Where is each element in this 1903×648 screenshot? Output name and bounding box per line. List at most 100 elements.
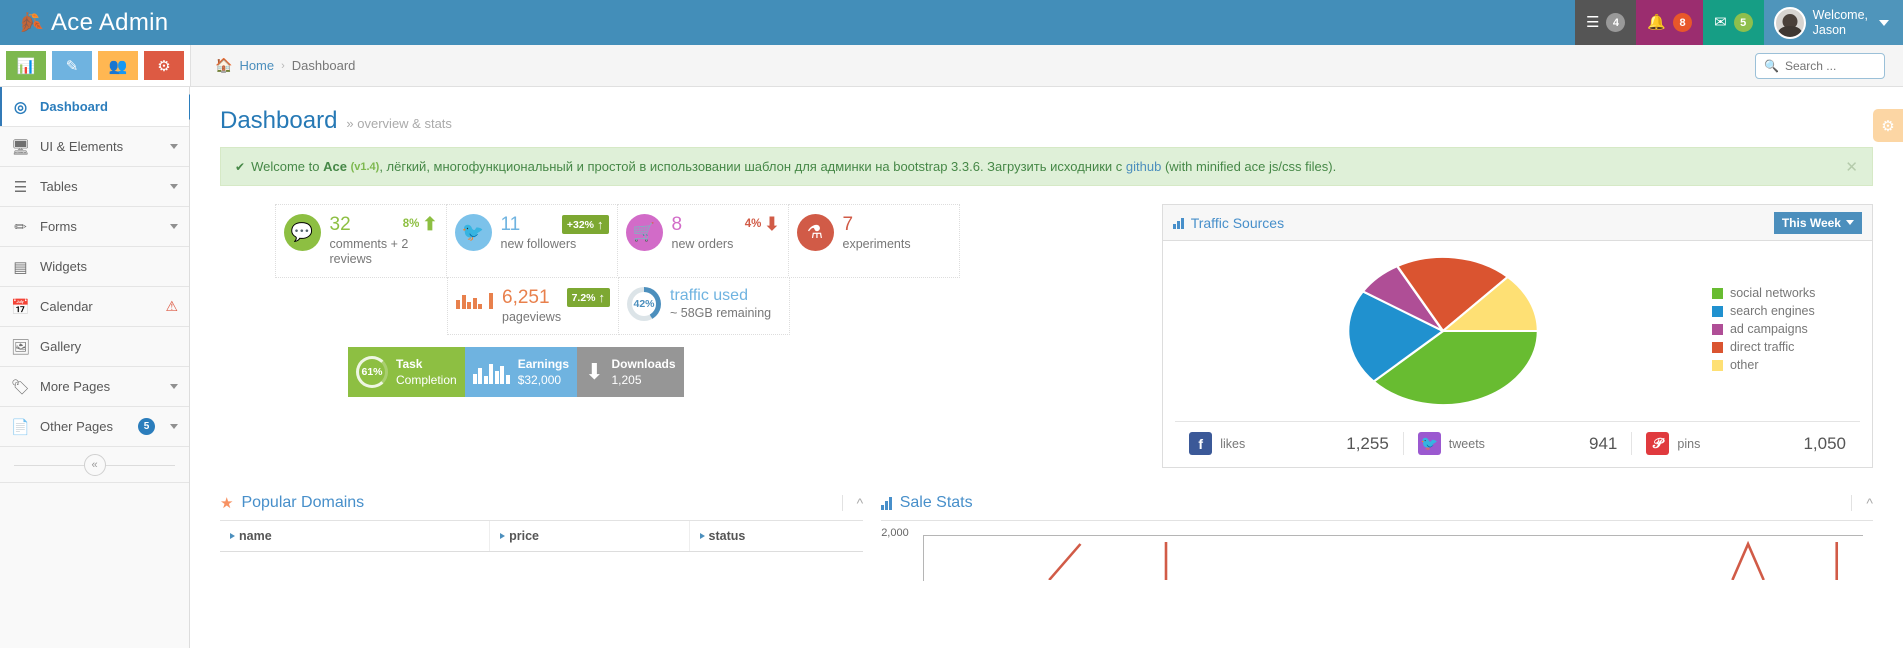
chart-lines — [924, 536, 1863, 580]
traffic-sources-widget: Traffic Sources This Week — [1162, 204, 1873, 468]
percent-value: 4% — [745, 218, 762, 230]
twitter-icon: 🐦 — [1418, 432, 1441, 455]
legend-label: other — [1730, 358, 1759, 372]
alert-prefix: Welcome to — [251, 159, 319, 174]
infobox-top: 8 4% ⬇ — [672, 214, 780, 236]
sidebar-collapse-button[interactable]: « — [84, 454, 106, 476]
legend-swatch — [1712, 342, 1723, 353]
chart-plot-area — [923, 535, 1863, 581]
panel-header: Sale Stats ^ — [881, 494, 1873, 521]
infobox-top: 11 +32% — [501, 214, 609, 236]
sidebar-item-label: Forms — [40, 219, 160, 234]
infobox-comments[interactable]: 💬 32 8% ⬆ comments + 2 reviews — [275, 204, 447, 278]
legend-label: social networks — [1730, 286, 1815, 300]
tile-task-completion[interactable]: 61% Task Completion — [348, 347, 465, 397]
infobox-orders[interactable]: 🛒 8 4% ⬇ new orders — [617, 204, 789, 278]
tile-earnings[interactable]: Earnings $32,000 — [465, 347, 577, 397]
legend-swatch — [1712, 324, 1723, 335]
bottom-row: ★ Popular Domains ^ name price — [190, 468, 1903, 581]
chevron-down-icon — [170, 384, 178, 389]
shortcut-edit-button[interactable]: ✎ — [52, 51, 92, 80]
widget-icon: ▤ — [11, 258, 30, 276]
panel-title-text: Popular Domains — [241, 494, 364, 512]
bar-chart-icon — [1173, 217, 1184, 229]
shortcut-chart-button[interactable]: 📊 — [6, 51, 46, 80]
infobox-traffic-used[interactable]: 42% traffic used ~ 58GB remaining — [618, 277, 790, 336]
tile-downloads[interactable]: ⬇ Downloads 1,205 — [577, 347, 684, 397]
social-stat-facebook: f likes 1,255 — [1175, 432, 1404, 455]
widget-body: social networks search engines ad campai… — [1163, 241, 1872, 407]
sidebar-item-forms[interactable]: ✏ Forms — [0, 207, 189, 247]
desktop-icon: 🖥 — [11, 138, 30, 156]
social-value: 1,050 — [1803, 434, 1846, 454]
chart-icon: 📊 — [17, 57, 36, 75]
edit-icon: ✏ — [11, 218, 30, 236]
close-icon[interactable]: ✕ — [1845, 158, 1858, 176]
breadcrumb-bar: 📊 ✎ 👥 ⚙ 🏠 Home › Dashboard 🔍 — [0, 45, 1903, 87]
infobox-body: 32 8% ⬆ comments + 2 reviews — [330, 214, 438, 268]
tasks-badge: 4 — [1606, 13, 1625, 32]
infobox-percent: 4% ⬇ — [745, 217, 780, 231]
sidebar-item-other-pages[interactable]: 📄 Other Pages 5 — [0, 407, 189, 447]
panel-header: ★ Popular Domains ^ — [220, 494, 863, 521]
alert-suffix: (with minified ace js/css files). — [1165, 159, 1336, 174]
column-label: status — [709, 529, 746, 543]
gear-icon: ⚙ — [1881, 117, 1894, 135]
infobox-text: ~ 58GB remaining — [670, 306, 781, 322]
search-box[interactable]: 🔍 — [1755, 53, 1885, 79]
sidebar-item-more-pages[interactable]: 🏷 More Pages — [0, 367, 189, 407]
infobox-percent: +32% — [562, 215, 609, 234]
infobox-text: new followers — [501, 237, 609, 253]
panel-title: ★ Popular Domains — [220, 494, 832, 512]
avatar — [1774, 7, 1806, 39]
list-icon: ☰ — [11, 178, 30, 196]
legend-label: direct traffic — [1730, 340, 1794, 354]
column-header-price[interactable]: price — [490, 521, 689, 551]
timeframe-dropdown[interactable]: This Week — [1774, 212, 1862, 234]
chevron-up-icon[interactable]: ^ — [1851, 495, 1873, 511]
legend-swatch — [1712, 288, 1723, 299]
percent-value: 8% — [403, 218, 420, 230]
sidebar-item-dashboard[interactable]: ◎ Dashboard — [0, 87, 189, 127]
shortcut-config-button[interactable]: ⚙ — [144, 51, 184, 80]
tag-icon: 🏷 — [11, 378, 30, 396]
flask-icon: ⚗ — [797, 214, 834, 251]
infobox-experiments[interactable]: ⚗ 7 experiments — [788, 204, 960, 278]
sidebar-item-gallery[interactable]: 🖼 Gallery — [0, 327, 189, 367]
messages-button[interactable]: ✉ 5 — [1703, 0, 1764, 45]
settings-toggle-button[interactable]: ⚙ — [1873, 109, 1903, 142]
alert-version: (v1.4) — [351, 161, 380, 173]
infobox-number: 32 — [330, 214, 351, 236]
sidebar-item-widgets[interactable]: ▤ Widgets — [0, 247, 189, 287]
navbar-spacer — [190, 0, 1575, 45]
arrow-up-icon: ⬆ — [422, 217, 437, 231]
column-header-name[interactable]: name — [220, 521, 490, 551]
tasks-button[interactable]: ☰ 4 — [1575, 0, 1636, 45]
shortcut-users-button[interactable]: 👥 — [98, 51, 138, 80]
sidebar-item-tables[interactable]: ☰ Tables — [0, 167, 189, 207]
sidebar-item-calendar[interactable]: 📅 Calendar ⚠ — [0, 287, 189, 327]
legend-item: other — [1712, 358, 1856, 372]
image-icon: 🖼 — [11, 338, 30, 356]
sidebar-item-ui-elements[interactable]: 🖥 UI & Elements — [0, 127, 189, 167]
user-menu[interactable]: Welcome, Jason — [1764, 0, 1903, 45]
users-icon: 👥 — [109, 57, 128, 75]
search-input[interactable] — [1785, 59, 1876, 73]
sort-icon — [700, 533, 705, 539]
column-header-status[interactable]: status — [690, 521, 864, 551]
main-content: ⚙ Dashboard » overview & stats ✔ Welcome… — [190, 87, 1903, 648]
social-value: 1,255 — [1346, 434, 1389, 454]
leaf-icon: 🍂 — [15, 7, 46, 38]
infobox-top: 32 8% ⬆ — [330, 214, 438, 236]
pencil-icon: ✎ — [66, 57, 79, 75]
bars-icon — [456, 287, 493, 309]
infobox-pageviews[interactable]: 6,251 7.2% pageviews — [447, 277, 619, 336]
chevron-up-icon[interactable]: ^ — [842, 495, 864, 511]
panel-title: Sale Stats — [881, 494, 1841, 512]
alert-github-link[interactable]: github — [1126, 159, 1161, 174]
notifications-button[interactable]: 🔔 8 — [1636, 0, 1703, 45]
search-wrapper: 🔍 — [1755, 45, 1903, 86]
brand-logo[interactable]: 🍂 Ace Admin — [0, 0, 190, 45]
breadcrumb-home[interactable]: Home — [239, 58, 274, 73]
infobox-followers[interactable]: 🐦 11 +32% new followers — [446, 204, 618, 278]
